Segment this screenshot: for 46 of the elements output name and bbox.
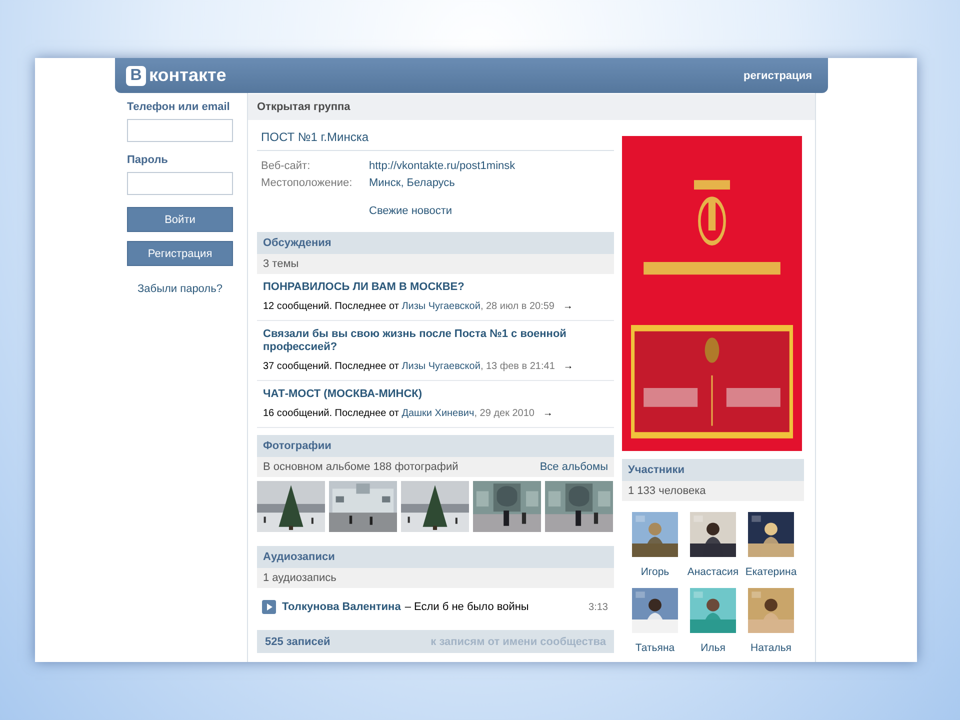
forgot-password-link[interactable]: Забыли пароль? — [127, 283, 233, 295]
topic-link[interactable]: ПОНРАВИЛОСЬ ЛИ ВАМ В МОСКВЕ? — [263, 281, 608, 294]
post-count: 525 записей — [265, 636, 330, 648]
info-label: Веб-сайт: — [261, 160, 312, 172]
all-albums-link[interactable]: Все альбомы — [540, 461, 608, 473]
info-label: Местоположение: — [261, 177, 354, 189]
photo-count: В основном альбоме 188 фотографий — [263, 461, 458, 473]
logo-badge: В — [126, 66, 146, 86]
group-title: ПОСТ №1 г.Минска — [257, 128, 614, 151]
member-name[interactable]: Игорь — [640, 566, 670, 578]
password-label: Пароль — [127, 154, 169, 166]
register-link[interactable]: регистрация — [744, 70, 812, 82]
song-title: – Если б не было войны — [404, 601, 530, 613]
phone-label: Телефон или email — [127, 101, 231, 113]
topic-link[interactable]: ЧАТ-МОСТ (МОСКВА-МИНСК) — [263, 388, 608, 401]
member-name[interactable]: Анастасия — [687, 566, 739, 578]
logo-text: контакте — [149, 65, 226, 86]
author-link[interactable]: Лизы Чугаевской — [402, 301, 480, 312]
phone-field[interactable] — [127, 119, 233, 142]
member-name[interactable]: Наталья — [750, 642, 792, 654]
section-header: Аудиозаписи — [257, 546, 614, 568]
topic-count: 3 темы — [257, 254, 614, 274]
author-link[interactable]: Лизы Чугаевской — [402, 361, 480, 372]
info-link[interactable]: http://vkontakte.ru/post1minsk — [369, 160, 610, 172]
audio-count: 1 аудиозапись — [257, 568, 614, 588]
section-header: Участники — [622, 459, 804, 481]
member-name[interactable]: Илья — [700, 642, 726, 654]
group-type-label: Открытая группа — [248, 94, 815, 120]
password-field[interactable] — [127, 172, 233, 195]
info-link[interactable]: Минск, Беларусь — [369, 177, 610, 189]
section-header: Фотографии — [257, 435, 614, 457]
member-count: 1 133 человека — [622, 481, 804, 501]
member-name[interactable]: Екатерина — [745, 566, 797, 578]
author-link[interactable]: Дашки Хиневич — [402, 408, 474, 419]
register-button[interactable]: Регистрация — [127, 241, 233, 266]
track-duration: 3:13 — [588, 602, 608, 612]
topic-meta: 12 сообщений. Последнее от Лизы Чугаевской, 28 июл в 20:59 → — [263, 301, 573, 312]
news-link[interactable]: Свежие новости — [369, 205, 452, 217]
artist-link[interactable]: Толкунова Валентина — [282, 601, 401, 613]
section-header: Обсуждения — [257, 232, 614, 254]
login-button[interactable]: Войти — [127, 207, 233, 232]
topic-meta: 16 сообщений. Последнее от Дашки Хиневич, 29 дек 2010 → — [263, 408, 553, 419]
member-name[interactable]: Татьяна — [635, 642, 675, 654]
topic-meta: 37 сообщений. Последнее от Лизы Чугаевской, 13 фев в 21:41 → — [263, 361, 574, 372]
topic-link[interactable]: Связали бы вы свою жизнь после Поста №1 с военной профессией? — [263, 328, 608, 354]
play-icon[interactable] — [262, 600, 276, 614]
